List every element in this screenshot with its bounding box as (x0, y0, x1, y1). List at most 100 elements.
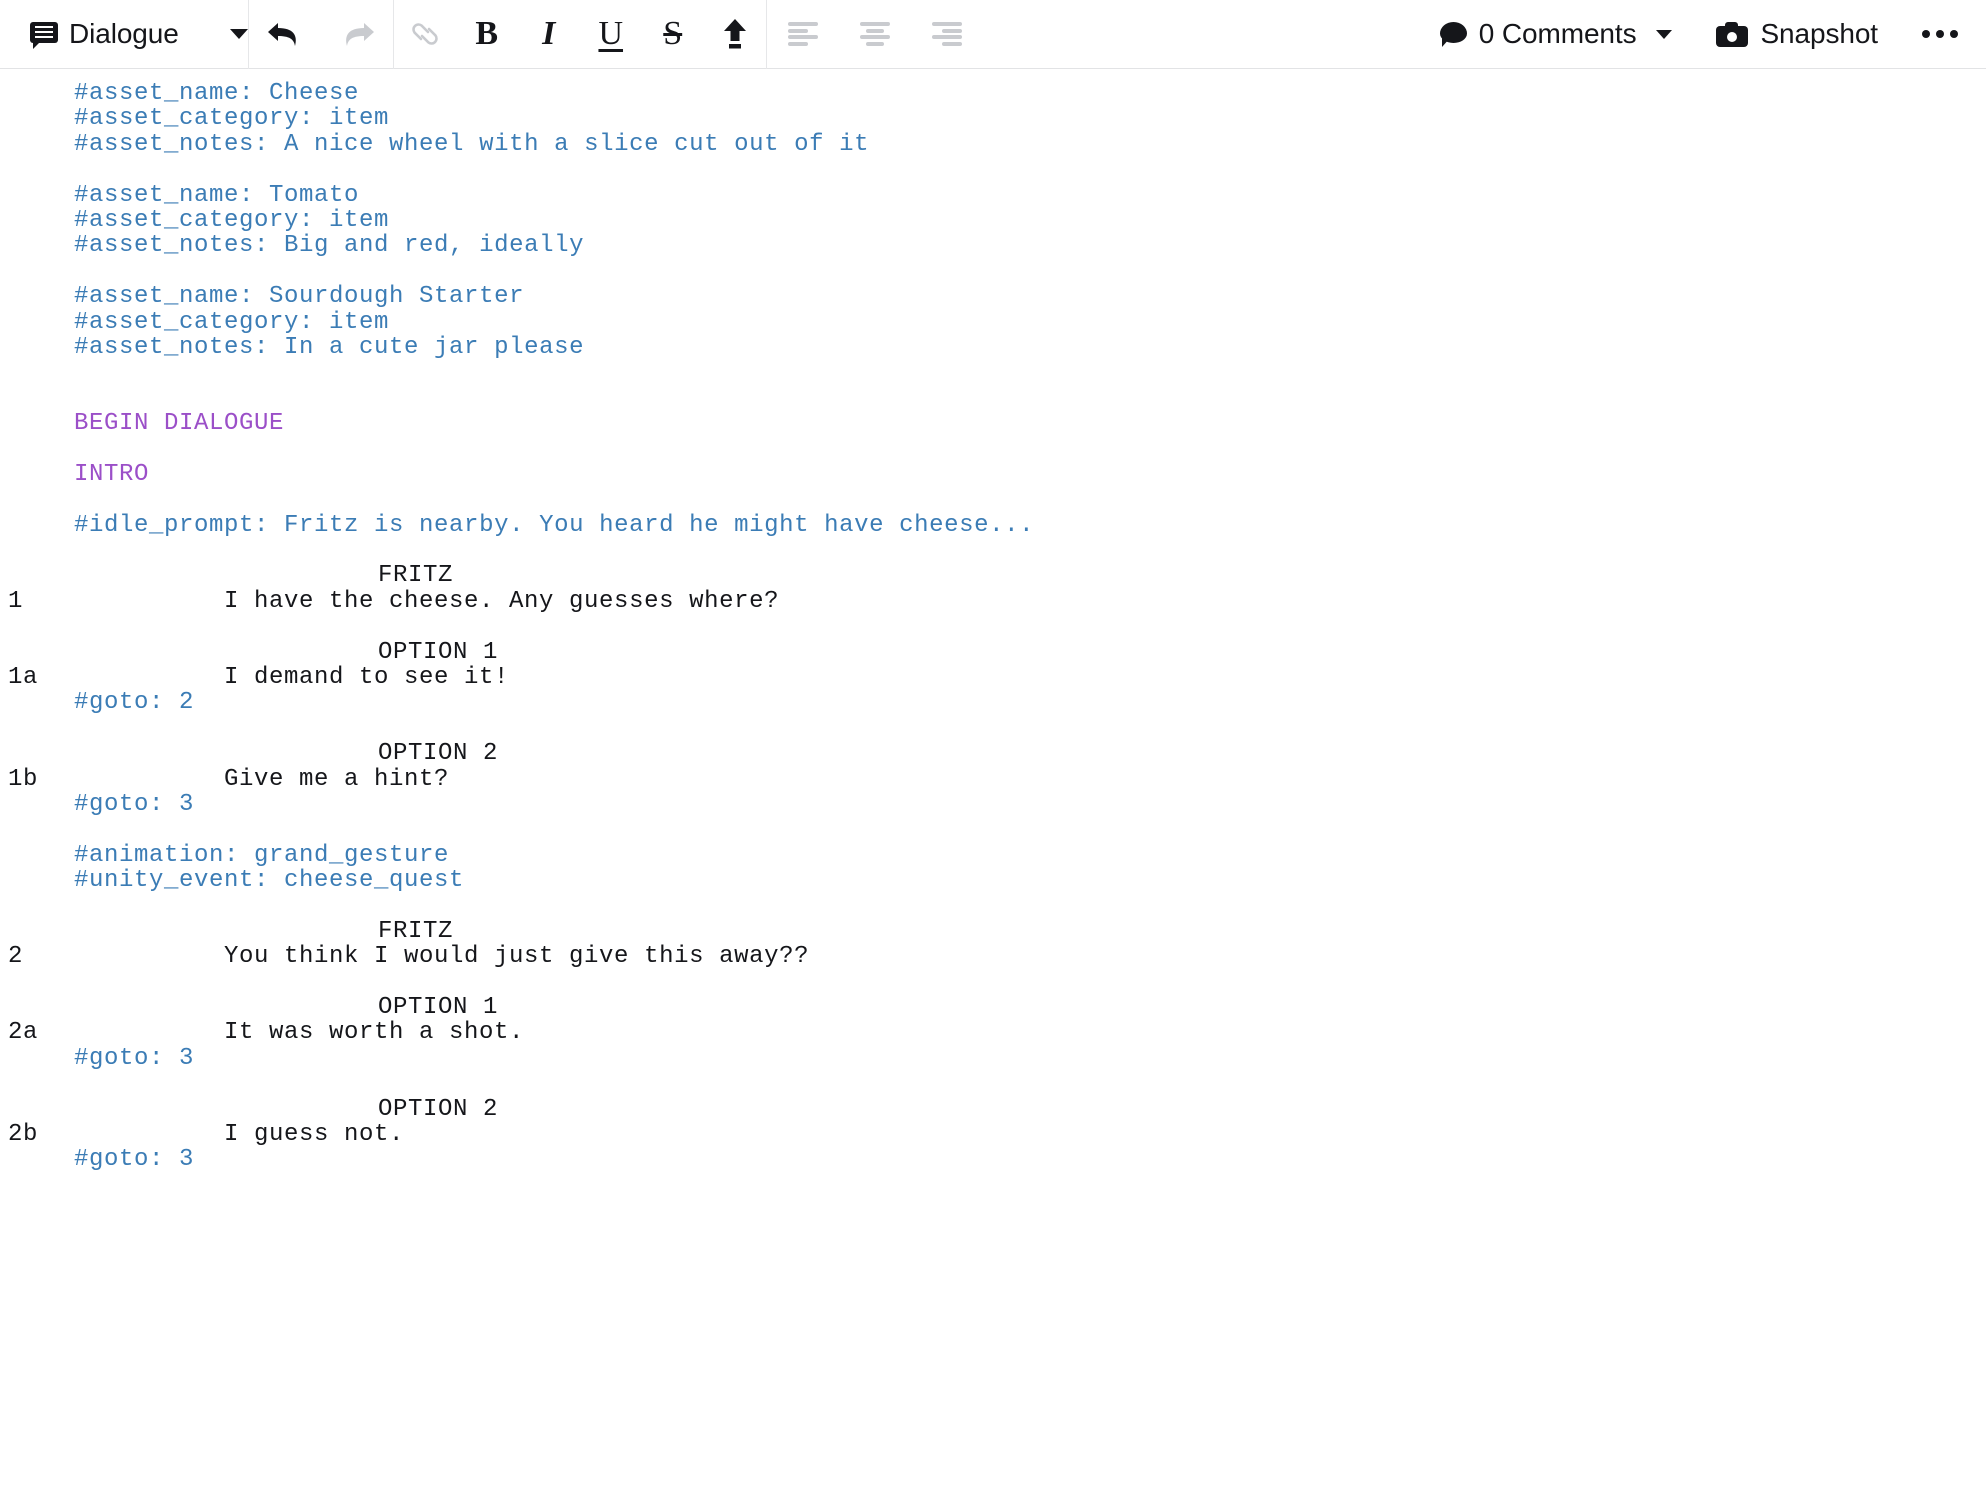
script-goto-line-text: #goto: 2 (74, 689, 195, 717)
strikethrough-button[interactable]: S (642, 0, 704, 69)
script-character-cue-text: OPTION 1 (378, 994, 499, 1022)
comment-bubble-icon (1439, 22, 1467, 47)
script-editor-canvas[interactable]: #asset_name: Cheese #asset_category: item… (0, 69, 1986, 1490)
script-tag-line[interactable]: #asset_name: Sourdough Starter (0, 283, 1986, 311)
more-options-button[interactable] (1878, 0, 1986, 69)
script-tag-line-text: #asset_category: item (74, 105, 390, 133)
script-blank-line (0, 386, 1986, 411)
script-tag-line[interactable]: #asset_notes: A nice wheel with a slice … (0, 130, 1986, 158)
comments-label: 0 Comments (1478, 18, 1637, 49)
script-tag-line-text: #asset_category: item (74, 308, 390, 336)
script-tag-line[interactable]: #asset_notes: In a cute jar please (0, 333, 1986, 361)
script-lines[interactable]: #asset_name: Cheese #asset_category: item… (0, 69, 1986, 1173)
snapshot-button[interactable]: Snapshot (1716, 0, 1878, 69)
script-goto-line-text: #goto: 3 (74, 1146, 195, 1174)
script-section-heading[interactable]: BEGIN DIALOGUE (0, 411, 1986, 437)
italic-button[interactable]: I (518, 0, 580, 69)
script-dialogue-line-text: I guess not. (224, 1121, 405, 1149)
script-tag-line[interactable]: #unity_event: cheese_quest (0, 868, 1986, 894)
script-tag-line-text: #asset_name: Cheese (74, 80, 360, 107)
undo-arrow-icon (267, 23, 296, 46)
script-dialogue-line[interactable]: 2a It was worth a shot. (0, 1019, 1986, 1047)
line-number: 2 (8, 943, 24, 971)
alignment-group (767, 0, 983, 69)
script-dialogue-line[interactable]: 1a I demand to see it! (0, 663, 1986, 691)
script-goto-line[interactable]: #goto: 3 (0, 790, 1986, 818)
script-character-cue[interactable]: OPTION 1 (0, 638, 1986, 666)
script-blank-line (0, 487, 1986, 512)
script-tag-line[interactable]: #asset_notes: Big and red, ideally (0, 232, 1986, 260)
script-tag-line[interactable]: #asset_name: Tomato (0, 181, 1986, 209)
script-tag-line[interactable]: #animation: grand_gesture (0, 841, 1986, 869)
script-goto-line[interactable]: #goto: 2 (0, 689, 1986, 717)
script-blank-line (0, 157, 1986, 182)
script-dialogue-line[interactable]: 1b Give me a hint? (0, 765, 1986, 793)
dialogue-chat-icon (30, 22, 58, 49)
script-dialogue-line-text: It was worth a shot. (224, 1019, 525, 1047)
script-blank-line (0, 538, 1986, 563)
document-type-selector[interactable]: Dialogue (0, 0, 248, 69)
align-left-button[interactable] (767, 0, 839, 69)
script-blank-line (0, 436, 1986, 461)
script-tag-line-text: #asset_notes: A nice wheel with a slice … (74, 130, 870, 158)
script-tag-line[interactable]: #idle_prompt: Fritz is nearby. You heard… (0, 512, 1986, 538)
redo-arrow-icon (345, 23, 374, 46)
align-center-button[interactable] (839, 0, 911, 69)
script-goto-line[interactable]: #goto: 3 (0, 1044, 1986, 1072)
line-number: 2b (8, 1121, 39, 1149)
script-blank-line (0, 970, 1986, 995)
script-dialogue-line[interactable]: 1 I have the cheese. Any guesses where? (0, 587, 1986, 615)
script-character-cue-text: OPTION 2 (378, 740, 499, 768)
history-group (249, 0, 393, 69)
script-goto-line[interactable]: #goto: 3 (0, 1146, 1986, 1174)
script-dialogue-line[interactable]: 2b I guess not. (0, 1121, 1986, 1149)
line-number: 2a (8, 1019, 39, 1047)
script-tag-line[interactable]: #asset_name: Cheese (0, 80, 1986, 107)
script-goto-line-text: #goto: 3 (74, 1044, 195, 1072)
script-tag-line-text: #asset_name: Sourdough Starter (74, 283, 525, 311)
script-tag-line[interactable]: #asset_category: item (0, 105, 1986, 133)
italic-label: I (542, 15, 556, 52)
line-number: 1a (8, 663, 39, 691)
script-character-cue-text: FRITZ (378, 562, 454, 590)
link-button[interactable] (394, 0, 456, 69)
script-dialogue-line-text: I have the cheese. Any guesses where? (224, 587, 780, 615)
script-character-cue-text: FRITZ (378, 917, 454, 945)
script-tag-line[interactable]: #asset_category: item (0, 308, 1986, 336)
script-blank-line (0, 1071, 1986, 1096)
script-section-heading[interactable]: INTRO (0, 461, 1986, 487)
align-right-button[interactable] (911, 0, 983, 69)
snapshot-label: Snapshot (1760, 18, 1878, 49)
script-goto-line-text: #goto: 3 (74, 790, 195, 818)
editor-toolbar: Dialogue B I U S 0 Comments Snapshot (0, 0, 1986, 69)
underline-button[interactable]: U (580, 0, 642, 69)
document-type-label: Dialogue (69, 18, 179, 49)
script-blank-line (0, 259, 1986, 284)
script-blank-line (0, 716, 1986, 741)
bold-button[interactable]: B (456, 0, 518, 69)
script-character-cue-text: OPTION 1 (378, 638, 499, 666)
script-character-cue[interactable]: FRITZ (0, 917, 1986, 945)
script-dialogue-line[interactable]: 2 You think I would just give this away?? (0, 943, 1986, 971)
script-tag-line-text: #animation: grand_gesture (74, 841, 450, 869)
camera-icon (1716, 21, 1749, 47)
script-character-cue[interactable]: OPTION 1 (0, 994, 1986, 1022)
script-tag-line-text: #asset_category: item (74, 206, 390, 234)
more-options-icon (1922, 30, 1930, 38)
chevron-down-icon (229, 29, 248, 39)
script-character-cue-text: OPTION 2 (378, 1095, 499, 1123)
redo-button[interactable] (321, 0, 393, 69)
script-tag-line-text: #asset_notes: In a cute jar please (74, 333, 585, 361)
script-tag-line-text: #asset_name: Tomato (74, 181, 360, 209)
script-tag-line-text: #asset_notes: Big and red, ideally (74, 232, 585, 260)
script-character-cue[interactable]: OPTION 2 (0, 740, 1986, 768)
upload-button[interactable] (704, 0, 766, 69)
comments-button[interactable]: 0 Comments (1439, 0, 1673, 69)
line-number: 1b (8, 765, 39, 793)
script-character-cue[interactable]: OPTION 2 (0, 1095, 1986, 1123)
undo-button[interactable] (249, 0, 321, 69)
script-character-cue[interactable]: FRITZ (0, 562, 1986, 590)
underline-label: U (598, 15, 624, 52)
script-tag-line[interactable]: #asset_category: item (0, 206, 1986, 234)
link-icon (411, 23, 438, 45)
